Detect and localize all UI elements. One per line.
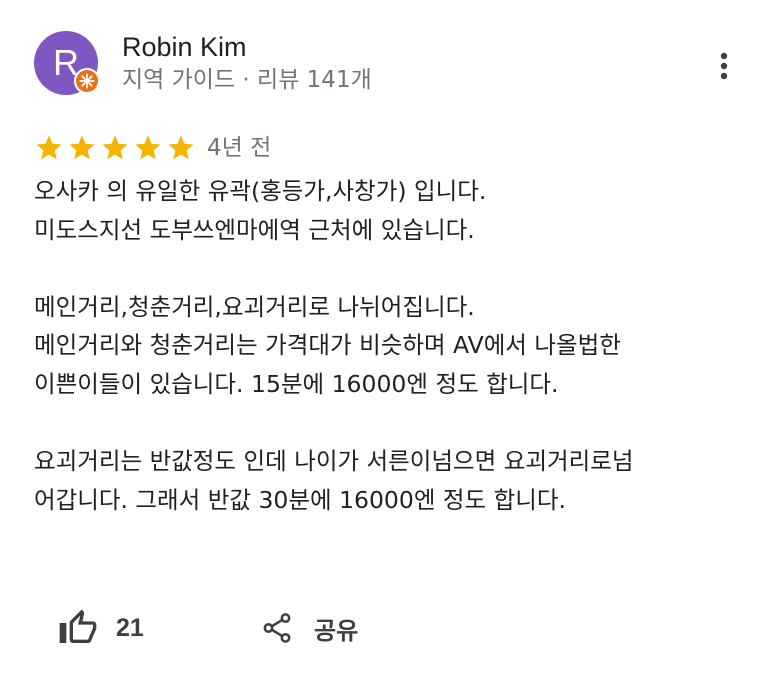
more-vert-icon: [720, 52, 728, 80]
share-label: 공유: [314, 616, 359, 645]
thumb-up-icon: [59, 609, 97, 643]
review-text-line: [34, 404, 754, 443]
star-icon: [102, 135, 128, 160]
more-options-button[interactable]: [704, 44, 744, 88]
review-text-line: 어갑니다. 그래서 반값 30분에 16000엔 정도 합니다.: [34, 485, 566, 514]
local-guide-badge-icon: [74, 68, 100, 94]
author-name[interactable]: Robin Kim: [122, 30, 247, 64]
star-icon: [69, 135, 95, 160]
share-icon: [263, 613, 291, 643]
review-text-line: 오사카 의 유일한 유곽(홍등가,사창가) 입니다.: [34, 177, 487, 205]
review-text-line: 메인거리,청춘거리,요괴거리로 나뉘어집니다.: [34, 292, 475, 321]
review-text-line: [34, 249, 754, 288]
review-date: 4년 전: [207, 135, 272, 161]
star-rating: [34, 131, 199, 165]
review-card: R Robin Kim 지역 가이드 · 리뷰 141개 4년 전 오사카 의 …: [0, 0, 774, 690]
review-text: 오사카 의 유일한 유곽(홍등가,사창가) 입니다. 미도스지선 도부쓰엔마에역 …: [34, 172, 754, 519]
review-text-line: 요괴거리는 반값정도 인데 나이가 서른이넘으면 요괴거리로넘: [34, 447, 634, 476]
author-meta: 지역 가이드 · 리뷰 141개: [122, 67, 372, 93]
review-text-line: 이쁜이들이 있습니다. 15분에 16000엔 정도 합니다.: [34, 369, 559, 398]
star-icon: [36, 135, 62, 160]
star-icon: [168, 135, 194, 160]
star-icon: [135, 135, 161, 160]
like-count: 21: [116, 613, 144, 642]
review-text-line: 메인거리와 청춘거리는 가격대가 비슷하며 AV에서 나올법한: [34, 331, 621, 360]
like-button[interactable]: 21: [58, 606, 144, 650]
share-button[interactable]: 공유: [260, 606, 358, 650]
review-text-line: 미도스지선 도부쓰엔마에역 근처에 있습니다.: [34, 215, 475, 244]
